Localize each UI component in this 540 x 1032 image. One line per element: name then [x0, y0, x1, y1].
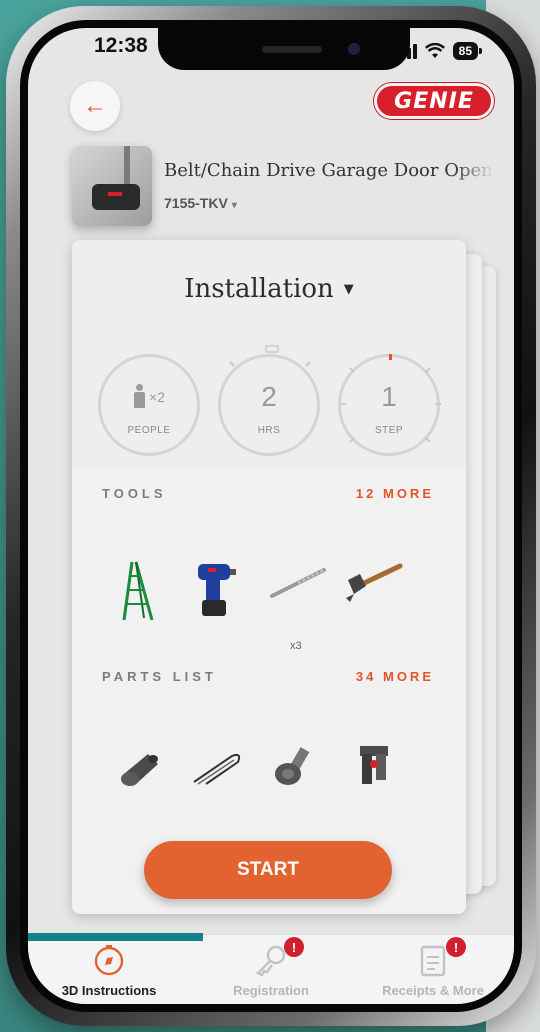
start-button[interactable]: START — [144, 841, 392, 899]
app-screen: 12:38 85 ← GENIE Belt/Chain Drive Garage… — [28, 28, 514, 1004]
hours-stat-label: HRS — [257, 425, 281, 436]
device-notch — [158, 28, 410, 70]
bolt-cap-icon[interactable] — [118, 748, 162, 788]
dial-tick — [349, 367, 355, 373]
opener-light — [108, 192, 122, 196]
wire-clip-icon[interactable] — [192, 748, 244, 788]
people-stat: ×2 PEOPLE — [98, 354, 200, 456]
drill-icon[interactable] — [194, 560, 238, 622]
wifi-icon — [424, 43, 445, 58]
drill-bit-icon[interactable] — [268, 566, 328, 600]
tools-more-link[interactable]: 12 MORE — [356, 486, 434, 501]
instructions-card: Installation ▼ ×2 PEOPLE 2 HRS 1 STEP TO… — [72, 240, 466, 914]
people-stat-label: PEOPLE — [127, 425, 171, 436]
tab-receipts-more-label: Receipts & More — [382, 983, 484, 998]
chevron-down-icon: ▾ — [231, 200, 237, 211]
receipts-alert-badge: ! — [446, 937, 466, 957]
back-button[interactable]: ← — [70, 81, 120, 131]
key-icon — [255, 945, 286, 977]
opener-body — [92, 184, 140, 210]
people-stat-value: ×2 — [101, 381, 197, 413]
section-title: Installation — [184, 274, 334, 304]
product-title: Belt/Chain Drive Garage Door Opener — [164, 160, 494, 181]
stopwatch-icon — [265, 345, 279, 353]
pulley-shaft-icon[interactable] — [272, 744, 320, 790]
hours-stat-value: 2 — [261, 381, 277, 412]
ladder-icon[interactable] — [122, 560, 156, 622]
caret-down-icon: ▼ — [343, 282, 354, 297]
receipt-icon — [420, 945, 446, 977]
tab-registration[interactable]: ! Registration — [190, 937, 352, 1004]
registration-alert-badge: ! — [284, 937, 304, 957]
instruction-progress-bar — [28, 933, 203, 941]
status-time: 12:38 — [94, 34, 148, 57]
tab-registration-label: Registration — [233, 983, 309, 998]
tab-receipts-more[interactable]: ! Receipts & More — [352, 937, 514, 1004]
section-dropdown[interactable]: Installation ▼ — [72, 274, 466, 304]
tools-heading: TOOLS — [102, 486, 167, 501]
front-camera — [348, 43, 360, 55]
tab-3d-instructions[interactable]: 3D Instructions — [28, 943, 190, 1004]
person-icon — [133, 384, 146, 408]
model-selector[interactable]: 7155-TKV ▾ — [164, 195, 237, 211]
tab-3d-instructions-label: 3D Instructions — [61, 983, 157, 998]
parts-more-link[interactable]: 34 MORE — [356, 669, 434, 684]
hammer-icon[interactable] — [344, 560, 404, 616]
genie-logo: GENIE — [374, 83, 494, 119]
compass-icon — [94, 945, 124, 976]
bracket-icon[interactable] — [352, 742, 396, 790]
dial-icon — [389, 354, 392, 360]
battery-indicator: 85 — [452, 42, 483, 60]
phone-frame: 12:38 85 ← GENIE Belt/Chain Drive Garage… — [6, 6, 536, 1026]
step-stat-value: 1 — [381, 381, 397, 412]
drill-bit-quantity: x3 — [290, 640, 302, 652]
model-number: 7155-TKV — [164, 195, 228, 211]
step-stat-label: STEP — [374, 425, 404, 436]
bottom-tab-bar: 3D Instructions ! Registration ! Receipt… — [28, 933, 514, 1004]
step-stat: 1 STEP — [338, 354, 441, 456]
product-thumbnail — [72, 146, 152, 226]
parts-heading: PARTS LIST — [102, 669, 217, 684]
speaker-grille — [262, 46, 322, 53]
hours-stat: 2 HRS — [218, 345, 320, 456]
